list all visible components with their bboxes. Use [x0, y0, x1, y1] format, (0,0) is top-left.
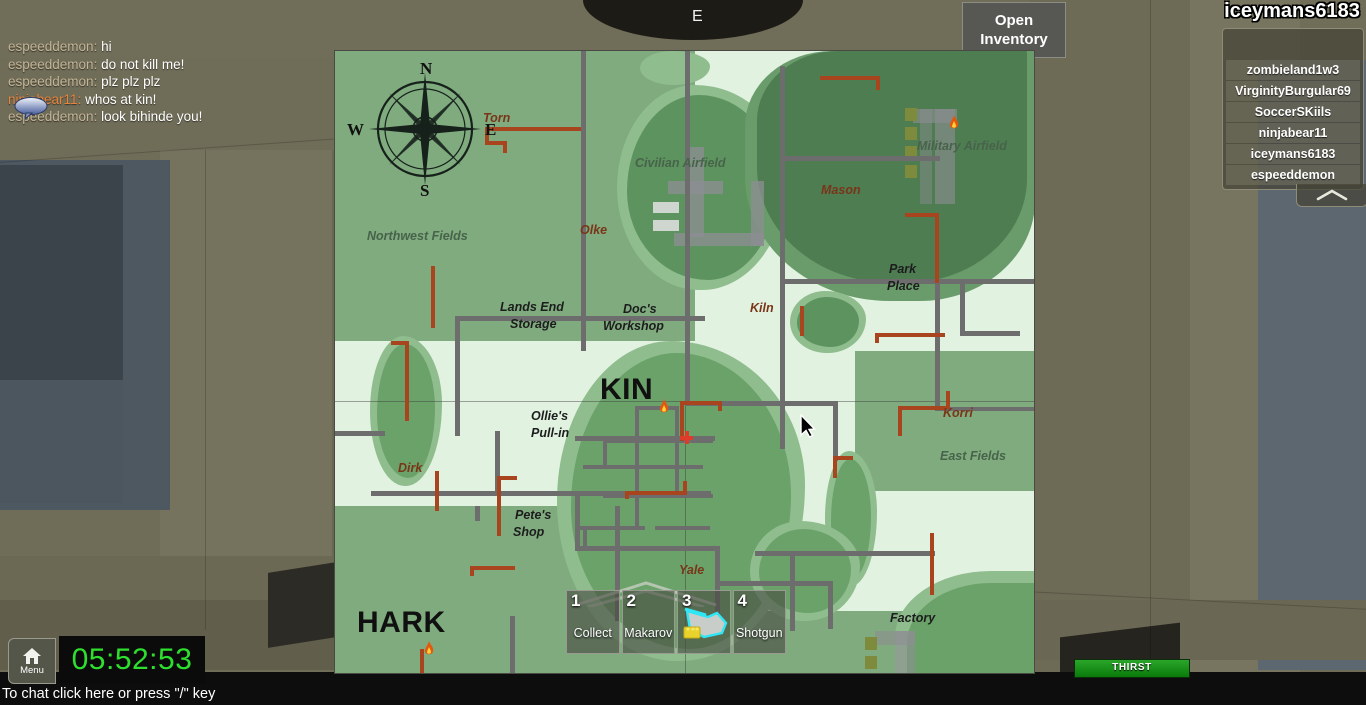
chat-text: do not kill me!	[101, 56, 185, 72]
map-place-label: Place	[887, 279, 920, 293]
chat-message: espeeddemon: do not kill me!	[8, 56, 185, 72]
map-place-label: Storage	[510, 317, 557, 331]
map-town-label: KIN	[600, 373, 654, 406]
compass-west-label: W	[347, 120, 364, 139]
hotbar-slot-number: 4	[737, 591, 747, 610]
map-place-label: East Fields	[940, 449, 1006, 463]
map-place-label: Ollie's	[531, 409, 569, 423]
timer-value: 05:52:53	[71, 643, 193, 676]
chat-message: ninjabear11: whos at kin!	[8, 91, 157, 107]
chat-text: whos at kin!	[85, 91, 157, 107]
map-place-label: Park	[889, 262, 917, 276]
campfire-icon	[657, 399, 671, 417]
player-name: VirginityBurgular69	[1235, 84, 1351, 98]
hotbar-slot-label: Shotgun	[735, 626, 783, 640]
mouse-cursor	[800, 413, 817, 438]
map-town-label: HARK	[357, 606, 446, 639]
player-name: zombieland1w3	[1246, 63, 1340, 77]
home-icon	[23, 648, 41, 664]
chat-bubble-icon[interactable]	[13, 96, 49, 121]
map-road-label: Kiln	[750, 301, 774, 315]
player-list-item[interactable]: VirginityBurgular69	[1226, 81, 1360, 101]
hotbar-slot-number: 1	[571, 591, 581, 610]
game-screen: espeeddemon: hi espeeddemon: do not kill…	[0, 0, 1366, 705]
chat-message: espeeddemon: look bihinde you!	[8, 109, 203, 124]
local-player-name: iceymans6183	[1224, 0, 1360, 22]
player-list-item[interactable]: SoccerSKiils	[1226, 102, 1360, 122]
campfire-icon	[947, 115, 961, 133]
map-place-label: Northwest Fields	[367, 229, 468, 243]
chat-text: hi	[101, 39, 112, 54]
map-road-label: Dirk	[398, 461, 423, 475]
chat-text: look bihinde you!	[101, 109, 203, 124]
map-road-label: Torn	[483, 111, 511, 125]
map-road-label: Yale	[679, 563, 705, 577]
map-place-label: Shop	[513, 525, 545, 539]
chat-username: espeeddemon	[8, 39, 94, 54]
map-road-label: Korri	[943, 406, 973, 420]
medical-cross-icon	[680, 431, 693, 444]
menu-button[interactable]: Menu	[8, 638, 56, 684]
wall-surface-right	[1030, 0, 1190, 690]
player-name: espeeddemon	[1250, 168, 1336, 182]
chat-log: espeeddemon: hi espeeddemon: do not kill…	[8, 38, 338, 126]
map-place-label: Doc's	[623, 302, 657, 316]
player-name: ninjabear11	[1258, 126, 1328, 140]
player-list-item[interactable]: espeeddemon	[1226, 165, 1360, 185]
map-place-label: Workshop	[603, 319, 664, 333]
map-road-label: Mason	[821, 183, 861, 197]
hotbar-slot-label: Collect	[573, 626, 612, 640]
map-place-label: Lands End	[500, 300, 564, 314]
menu-button-label: Menu	[20, 665, 44, 676]
map-place-label: Factory	[890, 611, 936, 625]
thirst-label: THIRST	[1112, 662, 1152, 673]
chevron-up-icon[interactable]	[1296, 184, 1366, 207]
hotbar[interactable]: 1 Collect 2 Makarov 3 4 Shotgun	[566, 590, 786, 654]
compass-north-label: N	[420, 59, 433, 78]
player-list: zombieland1w3 VirginityBurgular69 Soccer…	[1226, 60, 1360, 186]
compass-rose-icon: N S W E	[347, 59, 496, 200]
map-place-label: Pull-in	[531, 426, 570, 440]
player-name: SoccerSKiils	[1254, 105, 1332, 119]
campfire-icon	[422, 641, 436, 659]
interaction-key-label: E	[692, 8, 703, 25]
survival-timer: 05:52:53	[59, 636, 205, 684]
thirst-bar: THIRST	[1074, 659, 1190, 678]
map-road-label: Olke	[580, 223, 608, 237]
player-name: iceymans6183	[1250, 147, 1336, 161]
hotbar-slot-2[interactable]: 2 Makarov	[621, 590, 675, 654]
hotbar-slot-label: Makarov	[624, 626, 673, 640]
hotbar-slot-1[interactable]: 1 Collect	[566, 590, 620, 654]
window-glass-lower	[0, 380, 123, 503]
chat-text: plz plz plz	[101, 74, 161, 89]
compass-south-label: S	[420, 181, 430, 200]
player-list-item[interactable]: ninjabear11	[1226, 123, 1360, 143]
chat-hint-text[interactable]: To chat click here or press "/" key	[2, 686, 215, 702]
hotbar-slot-3[interactable]: 3	[677, 590, 731, 654]
chat-message: espeeddemon: hi	[8, 39, 112, 54]
map-place-label: Civilian Airfield	[635, 156, 726, 170]
chat-username: espeeddemon	[8, 74, 94, 89]
hotbar-slot-4[interactable]: 4 Shotgun	[732, 590, 786, 654]
map-place-label: Military Airfield	[917, 139, 1007, 153]
hotbar-slot-number: 2	[626, 591, 636, 610]
map-place-label: Pete's	[515, 508, 552, 522]
chat-message: espeeddemon: plz plz plz	[8, 74, 161, 89]
hand-tool-icon	[682, 603, 728, 643]
player-list-item[interactable]: zombieland1w3	[1226, 60, 1360, 80]
chat-username: espeeddemon	[8, 56, 94, 72]
player-list-item[interactable]: iceymans6183	[1226, 144, 1360, 164]
